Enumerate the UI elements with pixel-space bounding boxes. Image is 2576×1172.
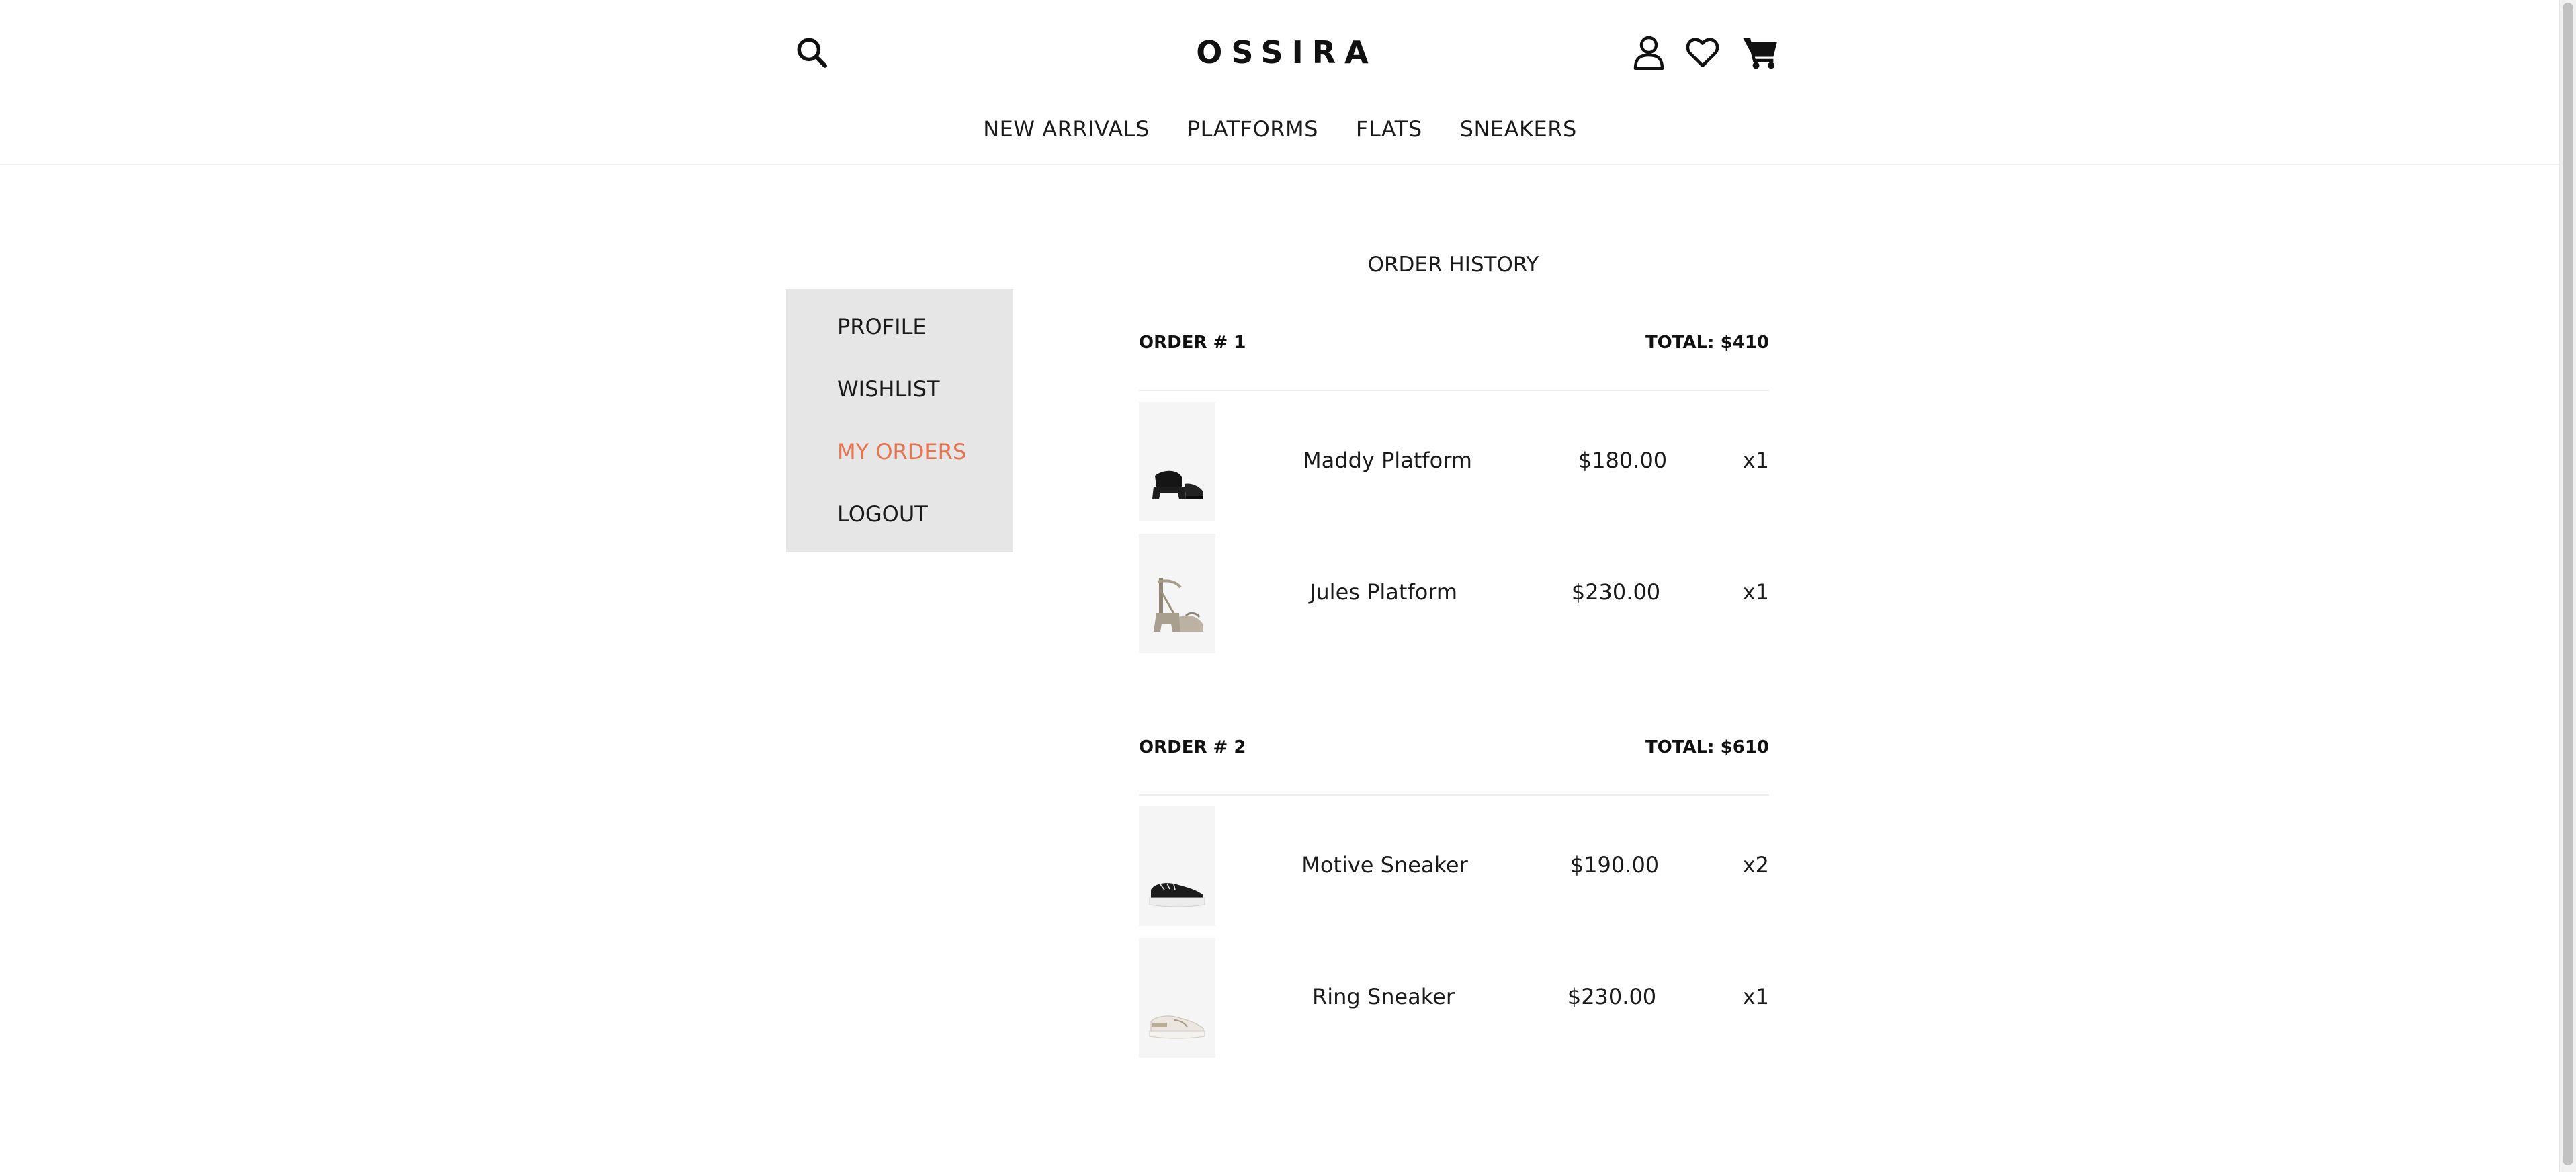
site-header: OSSIRA NEW ARRIVALS PLATFORMS FLATS SNEA… <box>0 0 2560 165</box>
heart-icon <box>1686 38 1719 68</box>
nav-item-platforms[interactable]: PLATFORMS <box>1187 112 1318 146</box>
product-name[interactable]: Jules Platform <box>1269 577 1498 608</box>
main-nav: NEW ARRIVALS PLATFORMS FLATS SNEAKERS <box>0 112 2560 146</box>
product-quantity: x2 <box>1742 852 1769 878</box>
product-thumbnail[interactable] <box>1139 806 1215 926</box>
product-price: $180.00 <box>1578 448 1668 473</box>
order-total: TOTAL: $610 <box>1645 737 1769 757</box>
order-item-row: Maddy Platform $180.00 x1 <box>1139 402 1769 521</box>
product-name[interactable]: Ring Sneaker <box>1269 981 1498 1012</box>
sidebar-item-logout[interactable]: LOGOUT <box>837 499 928 529</box>
order-item-row: Jules Platform $230.00 x1 <box>1139 534 1769 653</box>
page: OSSIRA NEW ARRIVALS PLATFORMS FLATS SNEA… <box>0 0 2576 1172</box>
nav-item-sneakers[interactable]: SNEAKERS <box>1460 112 1577 146</box>
product-name[interactable]: Motive Sneaker <box>1271 849 1499 880</box>
account-button[interactable] <box>1629 32 1669 73</box>
product-quantity: x1 <box>1742 448 1769 473</box>
order-item-row: Ring Sneaker $230.00 x1 <box>1139 938 1769 1058</box>
product-price: $230.00 <box>1567 984 1657 1009</box>
product-price: $230.00 <box>1571 579 1661 605</box>
user-icon <box>1633 36 1664 70</box>
order-header: ORDER # 1 TOTAL: $410 <box>1139 329 1769 356</box>
scrollbar-thumb[interactable] <box>2563 3 2573 1165</box>
product-thumbnail[interactable] <box>1139 534 1215 653</box>
search-icon <box>797 38 827 68</box>
order-divider <box>1139 794 1769 796</box>
product-quantity: x1 <box>1742 579 1769 605</box>
product-thumbnail[interactable] <box>1139 402 1215 521</box>
product-quantity: x1 <box>1742 984 1769 1009</box>
site-logo[interactable]: OSSIRA <box>1142 31 1431 74</box>
order-item-row: Motive Sneaker $190.00 x2 <box>1139 806 1769 926</box>
order-number: ORDER # 2 <box>1139 737 1246 757</box>
white-sneaker-image <box>1149 1015 1205 1039</box>
order-number: ORDER # 1 <box>1139 333 1246 353</box>
cart-button[interactable] <box>1739 31 1782 74</box>
account-sidebar: PROFILE WISHLIST MY ORDERS LOGOUT <box>786 289 1013 552</box>
sidebar-item-profile[interactable]: PROFILE <box>837 312 927 341</box>
vertical-scrollbar[interactable] <box>2559 0 2576 1172</box>
wishlist-button[interactable] <box>1682 32 1723 73</box>
black-sneaker-image <box>1149 883 1205 907</box>
product-thumbnail[interactable] <box>1139 938 1215 1058</box>
order-divider <box>1139 390 1769 391</box>
product-name[interactable]: Maddy Platform <box>1273 445 1502 476</box>
sidebar-item-my-orders[interactable]: MY ORDERS <box>837 437 966 466</box>
strappy-platform-image <box>1154 578 1203 632</box>
nav-item-flats[interactable]: FLATS <box>1356 112 1422 146</box>
order-total: TOTAL: $410 <box>1645 333 1769 353</box>
order-header: ORDER # 2 TOTAL: $610 <box>1139 734 1769 761</box>
nav-item-new-arrivals[interactable]: NEW ARRIVALS <box>983 112 1150 146</box>
platform-shoe-image <box>1152 470 1203 499</box>
page-title: ORDER HISTORY <box>1367 253 1539 277</box>
cart-icon <box>1743 37 1777 69</box>
product-price: $190.00 <box>1570 852 1660 878</box>
sidebar-item-wishlist[interactable]: WISHLIST <box>837 374 940 404</box>
search-button[interactable] <box>791 32 832 73</box>
